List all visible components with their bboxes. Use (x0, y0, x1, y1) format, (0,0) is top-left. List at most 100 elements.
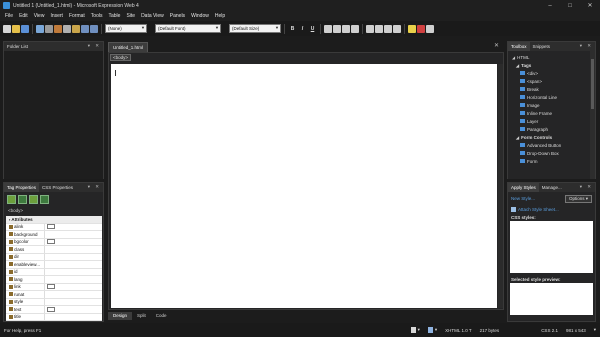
align-center-icon[interactable] (333, 24, 341, 33)
panel-controls-icon[interactable]: ▾ ✕ (580, 184, 593, 190)
design-surface[interactable] (111, 64, 497, 308)
open-folder-icon[interactable] (12, 24, 20, 33)
menu-data-view[interactable]: Data View (138, 13, 167, 19)
attribute-value[interactable] (44, 268, 102, 275)
attribute-row[interactable]: alink (6, 223, 102, 231)
italic-button[interactable]: I (298, 24, 307, 33)
toolbox-item[interactable]: Drop-Down Box (508, 149, 595, 157)
attribute-row[interactable]: link (6, 283, 102, 291)
attribute-row[interactable]: runat (6, 291, 102, 299)
attribute-value[interactable] (44, 261, 102, 268)
body-tag-chip[interactable]: <body> (110, 54, 132, 61)
tab-tag-properties[interactable]: Tag Properties (4, 183, 40, 192)
tab-snippets[interactable]: Snippets (530, 42, 554, 51)
bold-button[interactable]: B (288, 24, 297, 33)
attach-style-sheet-link[interactable]: Attach Style Sheet... (508, 205, 595, 213)
toolbox-item[interactable]: <span> (508, 77, 595, 85)
menu-format[interactable]: Format (66, 13, 88, 19)
show-categorized-icon[interactable] (7, 194, 16, 204)
attribute-value[interactable] (44, 246, 102, 253)
menu-tools[interactable]: Tools (88, 13, 106, 19)
visual-aids-indicator[interactable]: ▾ (407, 327, 424, 333)
toolbox-group[interactable]: ◢ Tags (508, 61, 595, 69)
close-document-icon[interactable]: ✕ (494, 42, 499, 49)
tab-design[interactable]: Design (108, 311, 133, 320)
attribute-value[interactable] (44, 283, 102, 290)
toolbox-group[interactable]: ◢ Form Controls (508, 133, 595, 141)
style-select[interactable]: (None) ▼ (105, 24, 147, 33)
toolbox-item[interactable]: Horizontal Line (508, 93, 595, 101)
new-page-icon[interactable] (3, 24, 11, 33)
attribute-row[interactable]: title (6, 313, 102, 321)
decrease-indent-icon[interactable] (384, 24, 392, 33)
dimensions-dropdown-icon[interactable]: ▾ (590, 327, 600, 333)
menu-view[interactable]: View (31, 13, 48, 19)
menu-panels[interactable]: Panels (167, 13, 188, 19)
save-icon[interactable] (21, 24, 29, 33)
expand-arrow-icon[interactable]: ◢ (516, 135, 519, 140)
toolbox-item[interactable]: Break (508, 85, 595, 93)
panel-controls-icon[interactable]: ▾ ✕ (88, 184, 101, 190)
justify-icon[interactable] (351, 24, 359, 33)
expand-arrow-icon[interactable]: ◢ (516, 63, 519, 68)
attribute-value[interactable] (44, 223, 102, 230)
tab-split[interactable]: Split (132, 312, 151, 320)
numbering-icon[interactable] (366, 24, 374, 33)
show-set-properties-icon[interactable] (29, 194, 38, 204)
attribute-row[interactable]: style (6, 298, 102, 306)
folder-list-body[interactable] (4, 51, 103, 179)
color-picker-box[interactable] (47, 239, 55, 245)
menu-site[interactable]: Site (123, 13, 138, 19)
css-styles-list[interactable] (510, 221, 593, 273)
close-button[interactable]: ✕ (580, 0, 600, 11)
toolbox-scrollbar[interactable] (590, 51, 595, 179)
font-color-icon[interactable] (417, 24, 425, 33)
undo-icon[interactable] (81, 24, 89, 33)
panel-controls-icon[interactable]: ▾ ✕ (580, 43, 593, 49)
underline-button[interactable]: U (308, 24, 317, 33)
menu-help[interactable]: Help (212, 13, 228, 19)
toolbox-item[interactable]: <div> (508, 69, 595, 77)
tab-code[interactable]: Code (151, 312, 172, 320)
align-right-icon[interactable] (342, 24, 350, 33)
attribute-value[interactable] (44, 298, 102, 305)
attribute-row[interactable]: background (6, 231, 102, 239)
css-schema-indicator[interactable]: CSS 2.1 (537, 328, 562, 333)
attribute-value[interactable] (44, 306, 102, 313)
preview-icon[interactable] (36, 24, 44, 33)
document-tab[interactable]: Untitled_1.html (108, 42, 149, 52)
cut-icon[interactable] (54, 24, 62, 33)
tag-properties-icon[interactable] (40, 194, 49, 204)
maximize-button[interactable]: □ (560, 0, 580, 11)
paste-icon[interactable] (72, 24, 80, 33)
new-style-link[interactable]: New Style... (511, 196, 535, 201)
toolbox-item[interactable]: Image (508, 101, 595, 109)
bullets-icon[interactable] (375, 24, 383, 33)
tab-apply-styles[interactable]: Apply Styles (508, 183, 539, 192)
panel-controls-icon[interactable]: ▾ ✕ (88, 43, 101, 49)
size-select[interactable]: (Default Size) ▼ (229, 24, 281, 33)
attribute-value[interactable] (44, 276, 102, 283)
menu-window[interactable]: Window (188, 13, 212, 19)
tab-css-properties[interactable]: CSS Properties (39, 183, 76, 192)
toolbox-item[interactable]: Form (508, 157, 595, 165)
page-dimensions[interactable]: 981 x 543 (562, 328, 590, 333)
color-picker-box[interactable] (47, 306, 55, 312)
tab-toolbox[interactable]: Toolbox (508, 42, 530, 51)
style-indicator[interactable]: ▾ (424, 327, 441, 333)
attribute-row[interactable]: enableview... (6, 261, 102, 269)
toolbox-section[interactable]: ◢ HTML (508, 53, 595, 61)
attribute-row[interactable]: id (6, 268, 102, 276)
attribute-row[interactable]: bgcolor (6, 238, 102, 246)
borders-icon[interactable] (426, 24, 434, 33)
attribute-value[interactable] (44, 231, 102, 238)
tab-manage-styles[interactable]: Manage... (539, 183, 565, 192)
options-button[interactable]: Options ▾ (564, 194, 592, 203)
increase-indent-icon[interactable] (393, 24, 401, 33)
toolbox-item[interactable]: Inline Frame (508, 109, 595, 117)
font-select[interactable]: (Default Font) ▼ (155, 24, 221, 33)
attribute-row[interactable]: dir (6, 253, 102, 261)
publish-icon[interactable] (45, 24, 53, 33)
menu-table[interactable]: Table (105, 13, 123, 19)
doctype-indicator[interactable]: XHTML 1.0 T (441, 328, 476, 333)
